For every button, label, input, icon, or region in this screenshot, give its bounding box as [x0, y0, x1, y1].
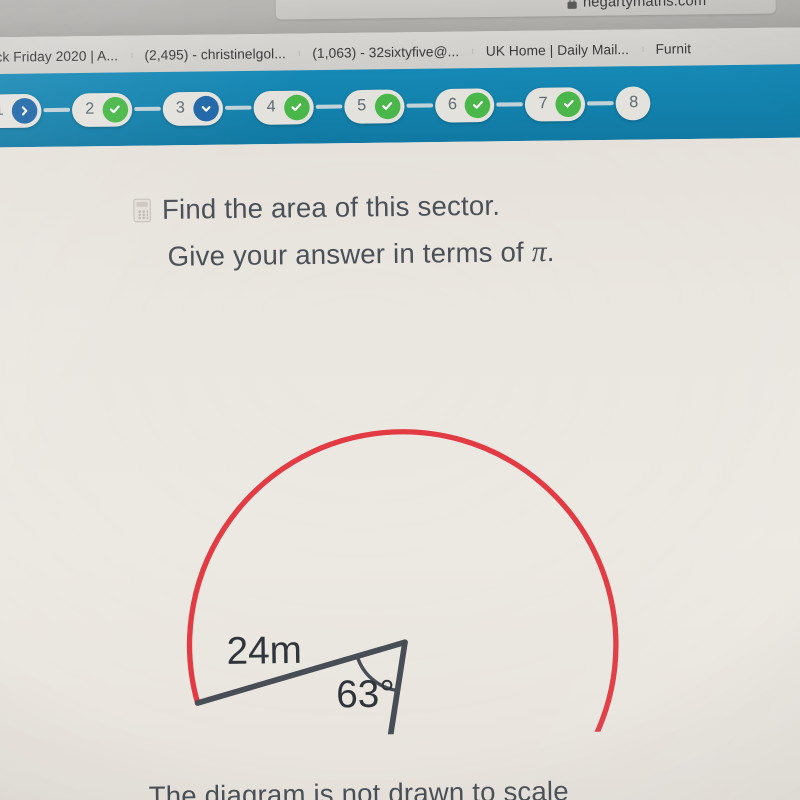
progress-step-2[interactable]: 2: [71, 92, 133, 127]
progress-step-number: 1: [0, 101, 4, 119]
screenshot-root: hegartymaths.com ack Friday 2020 | A... …: [0, 0, 800, 800]
progress-step-5[interactable]: 5: [343, 88, 405, 124]
progress-step-1[interactable]: 1: [0, 93, 42, 128]
progress-connector: [43, 108, 70, 112]
progress-step-4[interactable]: 4: [253, 90, 314, 125]
question-line-1: Find the area of this sector.: [161, 190, 501, 225]
progress-step-8[interactable]: 8: [615, 85, 651, 120]
progress-connector: [496, 102, 524, 107]
chevron-down-icon[interactable]: [192, 95, 219, 122]
bookmark-item[interactable]: UK Home | Daily Mail...: [472, 42, 642, 59]
question-line-1-row: Find the area of this sector.: [133, 182, 705, 234]
progress-step-number: 7: [538, 94, 548, 113]
check-icon[interactable]: [283, 94, 310, 120]
calculator-icon: [133, 198, 151, 223]
progress-step-number: 4: [266, 98, 276, 116]
progress-connector: [315, 104, 342, 109]
check-icon[interactable]: [374, 93, 401, 119]
angle-label: 63°: [336, 673, 395, 717]
check-icon[interactable]: [102, 96, 129, 123]
photo-warp-layer: hegartymaths.com ack Friday 2020 | A... …: [0, 0, 800, 800]
progress-step-7[interactable]: 7: [525, 86, 586, 122]
radius-label: 24m: [226, 629, 302, 673]
progress-connector: [406, 103, 433, 108]
address-bar[interactable]: hegartymaths.com: [275, 0, 776, 20]
address-bar-url: hegartymaths.com: [582, 0, 707, 11]
progress-connector: [587, 101, 614, 106]
bookmark-item[interactable]: ack Friday 2020 | A...: [0, 48, 131, 65]
sector-arc: [186, 429, 619, 740]
chevron-right-icon[interactable]: [11, 97, 38, 124]
progress-step-number: 2: [85, 100, 95, 118]
check-icon[interactable]: [555, 90, 582, 117]
sector-diagram: 24m 63°: [186, 429, 619, 740]
progress-step-number: 5: [357, 97, 367, 115]
progress-step-number: 8: [629, 93, 639, 112]
progress-connector: [134, 106, 161, 111]
diagram-scale-note: The diagram is not drawn to scale: [148, 775, 569, 800]
progress-connector: [224, 105, 252, 110]
bookmark-item[interactable]: (1,063) - 32sixtyfive@...: [299, 44, 473, 61]
check-icon[interactable]: [464, 91, 491, 118]
question-panel: Find the area of this sector. Give your …: [0, 137, 800, 800]
bookmark-item[interactable]: Furnit: [642, 41, 704, 57]
lock-icon: [568, 0, 577, 8]
progress-step-number: 6: [447, 95, 458, 114]
bookmark-item[interactable]: (2,495) - christinelgol...: [131, 46, 299, 63]
progress-step-6[interactable]: 6: [434, 87, 495, 123]
progress-step-number: 3: [175, 99, 186, 117]
progress-step-3[interactable]: 3: [162, 91, 223, 126]
question-progress-bar: 1 2 3 4 5 6 7 8: [0, 63, 800, 148]
